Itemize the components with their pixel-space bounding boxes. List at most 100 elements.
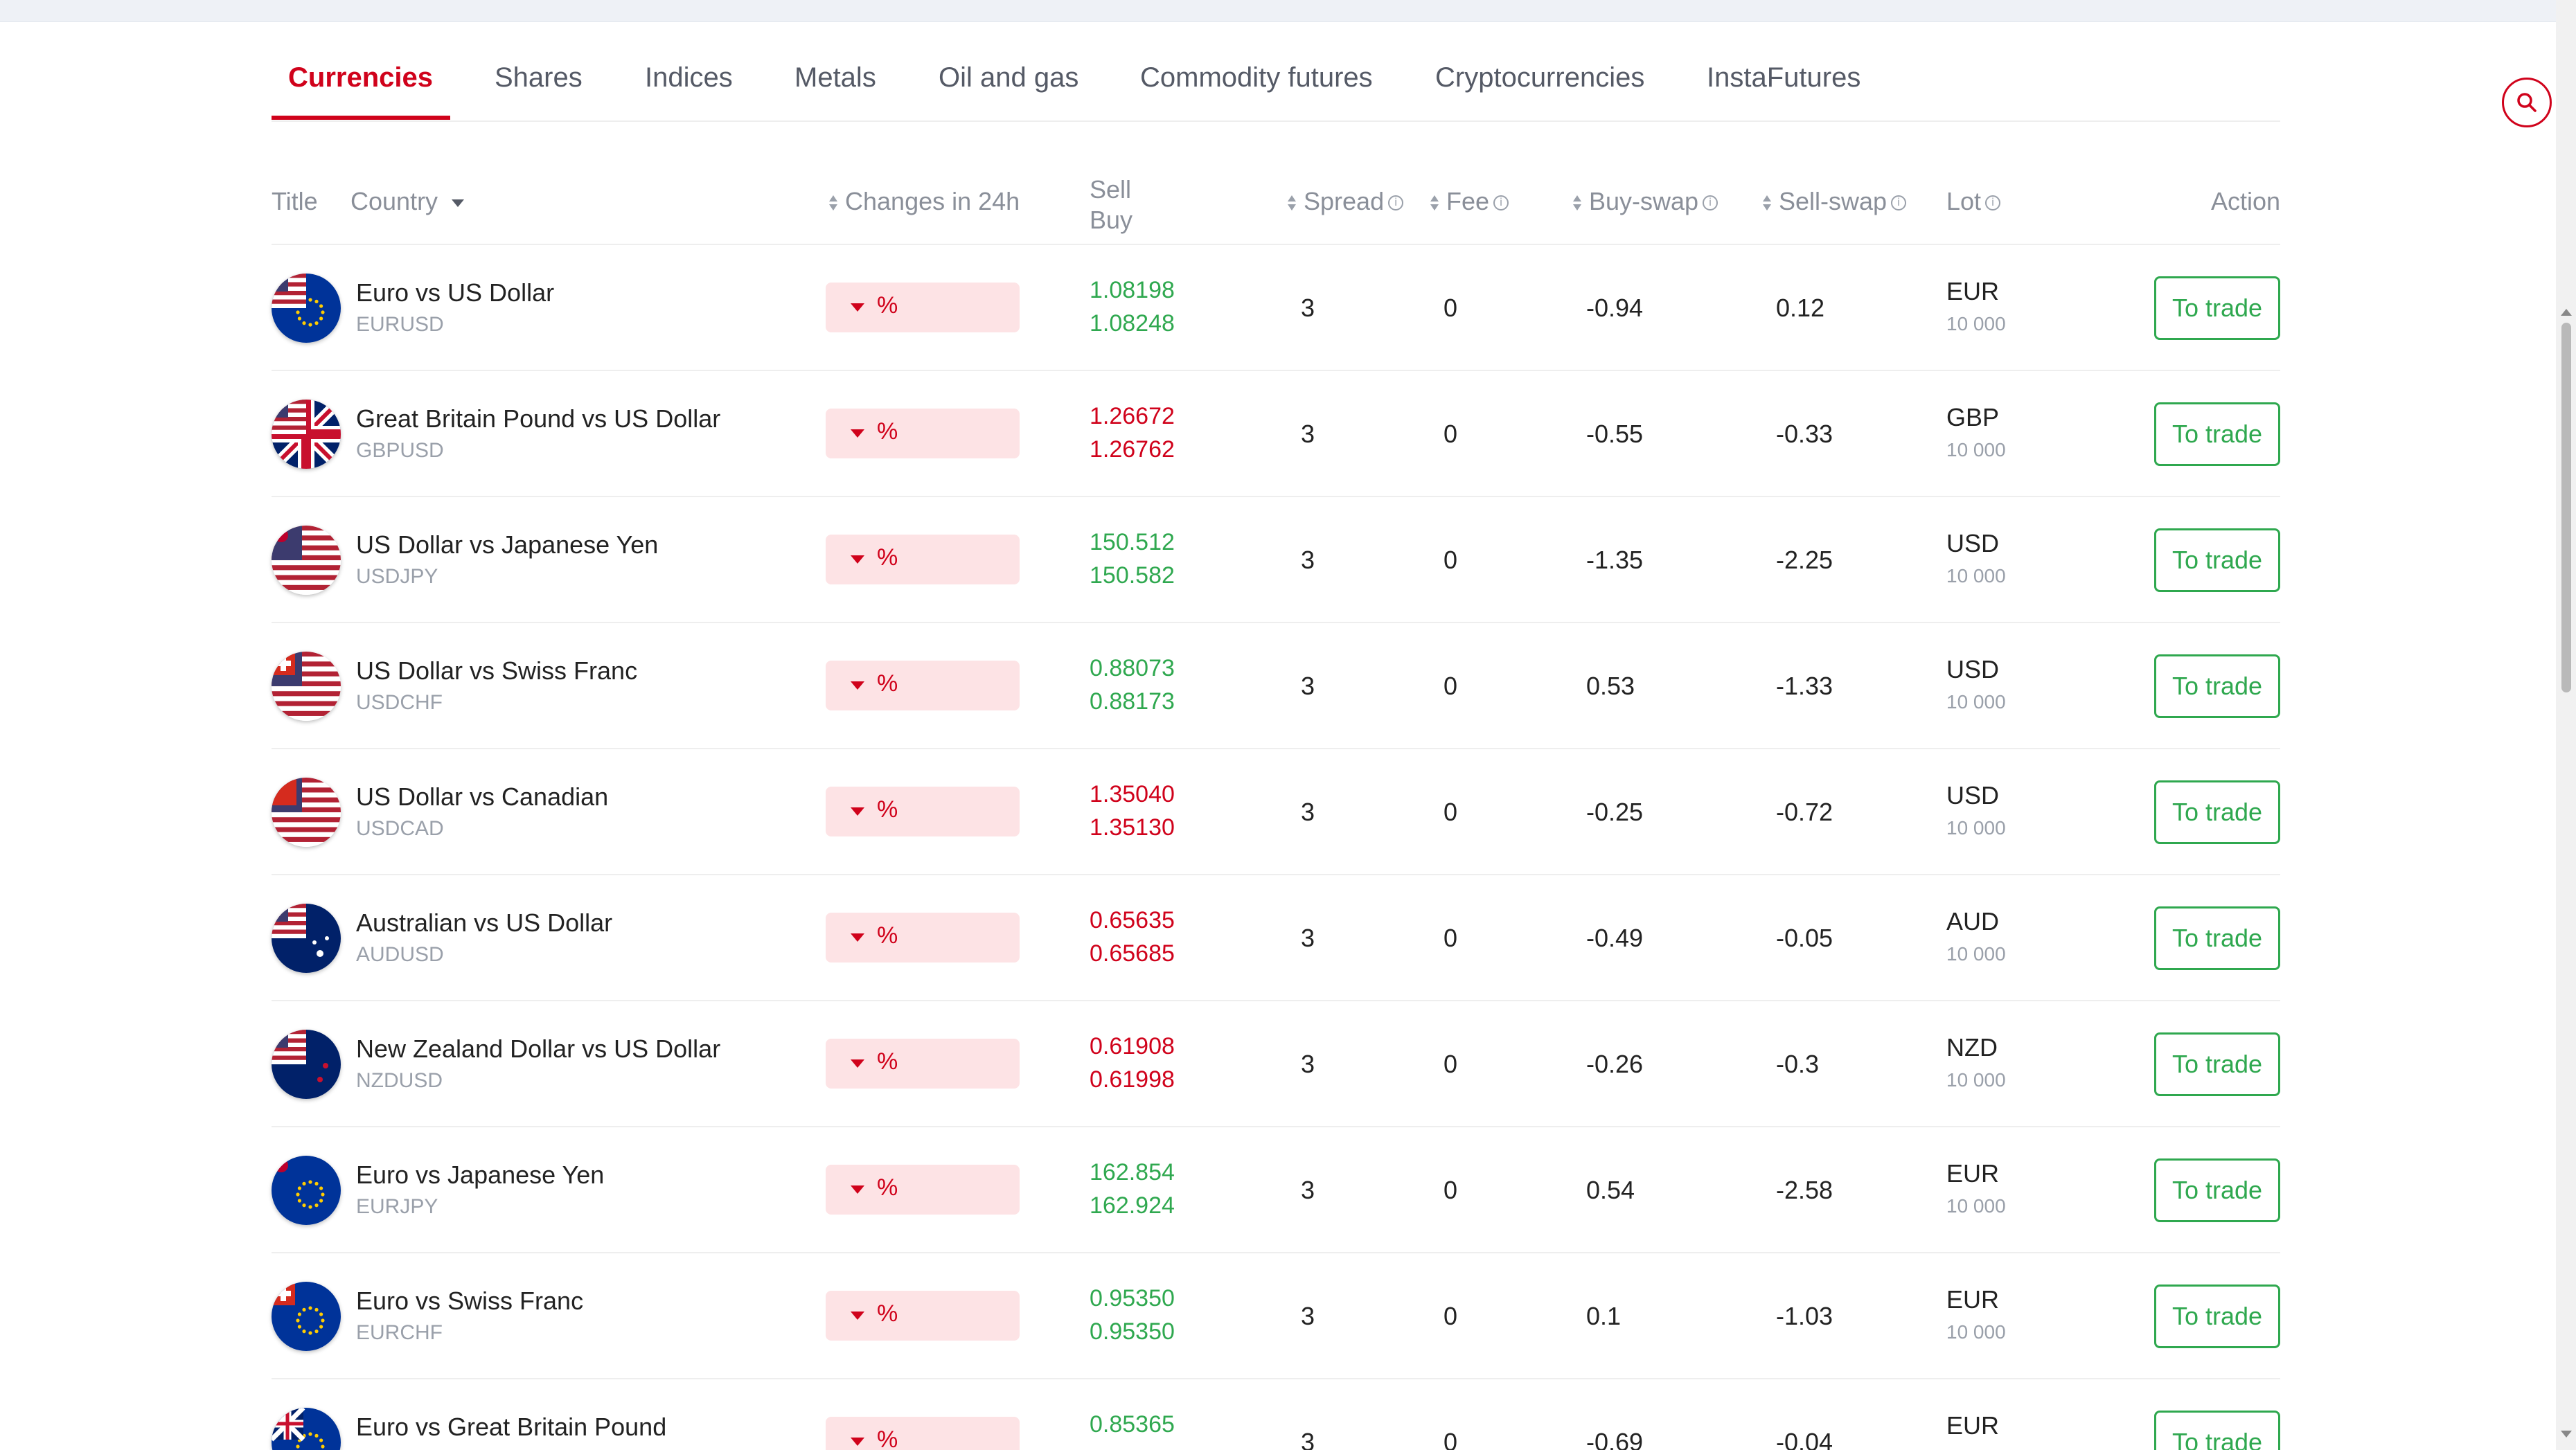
change-value: % xyxy=(877,922,898,949)
down-arrow-icon xyxy=(851,1185,864,1194)
lot-size: 10 000 xyxy=(1946,1069,2006,1091)
instrument-name: Euro vs US Dollar xyxy=(356,278,555,307)
change-value: % xyxy=(877,1174,898,1201)
lot-size: 10 000 xyxy=(1946,691,2006,713)
instrument-code: EURJPY xyxy=(356,1195,438,1218)
lot-currency: EUR xyxy=(1946,1285,2000,1314)
column-lot[interactable]: Lot i xyxy=(1946,187,2001,216)
column-country[interactable]: Country xyxy=(350,187,465,216)
search-icon xyxy=(2517,93,2537,112)
change-24h-badge: % xyxy=(826,283,1020,332)
tab-oil-and-gas[interactable]: Oil and gas xyxy=(939,62,1078,93)
spread-value: 3 xyxy=(1301,798,1315,826)
column-buy-swap[interactable]: Buy-swap i xyxy=(1572,187,1718,216)
search-button[interactable] xyxy=(2502,78,2552,127)
instrument-code: NZDUSD xyxy=(356,1069,443,1092)
to-trade-button[interactable]: To trade xyxy=(2154,276,2280,340)
buy-swap-value: 0.54 xyxy=(1586,1176,1635,1204)
spread-value: 3 xyxy=(1301,1176,1315,1204)
scroll-up-arrow-icon[interactable] xyxy=(2561,309,2572,316)
column-title[interactable]: Title xyxy=(272,187,318,216)
nz-us-flag-icon xyxy=(272,1030,341,1099)
spread-value: 3 xyxy=(1301,672,1315,700)
to-trade-button[interactable]: To trade xyxy=(2154,654,2280,718)
change-24h-badge: % xyxy=(826,661,1020,710)
to-trade-button[interactable]: To trade xyxy=(2154,402,2280,466)
tab-metals[interactable]: Metals xyxy=(794,62,876,93)
column-spread[interactable]: Spread i xyxy=(1287,187,1404,216)
table-row[interactable]: US Dollar vs Japanese Yen USDJPY % 150.5… xyxy=(272,497,2280,623)
to-trade-button[interactable]: To trade xyxy=(2154,780,2280,844)
sort-icon xyxy=(1573,195,1581,211)
fee-value: 0 xyxy=(1444,1302,1458,1330)
instrument-code: EURCHF xyxy=(356,1321,443,1344)
change-24h-badge: % xyxy=(826,409,1020,458)
table-row[interactable]: Euro vs Japanese Yen EURJPY % 162.854 16… xyxy=(272,1127,2280,1253)
to-trade-button[interactable]: To trade xyxy=(2154,906,2280,970)
to-trade-button[interactable]: To trade xyxy=(2154,528,2280,592)
column-buy-label: Buy xyxy=(1090,206,1133,234)
fee-value: 0 xyxy=(1444,1428,1458,1450)
instrument-code: AUDUSD xyxy=(356,943,444,966)
gb-us-flag-icon xyxy=(272,400,341,469)
column-fee[interactable]: Fee i xyxy=(1430,187,1509,216)
instrument-name: Euro vs Swiss Franc xyxy=(356,1287,584,1315)
table-row[interactable]: US Dollar vs Canadian USDCAD % 1.35040 1… xyxy=(272,749,2280,875)
buy-swap-value: -0.55 xyxy=(1586,420,1644,448)
down-arrow-icon xyxy=(851,807,864,816)
column-sell-buy: Sell Buy xyxy=(1090,174,1132,235)
tab-indices[interactable]: Indices xyxy=(645,62,733,93)
table-row[interactable]: Euro vs US Dollar EURUSD % 1.08198 1.082… xyxy=(272,245,2280,371)
eu-jp-flag-icon xyxy=(272,1156,341,1225)
info-icon[interactable]: i xyxy=(1388,195,1404,211)
table-row[interactable]: Euro vs Swiss Franc EURCHF % 0.95350 0.9… xyxy=(272,1253,2280,1379)
scrollbar-thumb[interactable] xyxy=(2561,323,2571,692)
change-24h-badge: % xyxy=(826,787,1020,836)
info-icon[interactable]: i xyxy=(1985,195,2001,211)
table-row[interactable]: Great Britain Pound vs US Dollar GBPUSD … xyxy=(272,371,2280,497)
instrument-name: New Zealand Dollar vs US Dollar xyxy=(356,1035,721,1063)
fee-value: 0 xyxy=(1444,924,1458,952)
tab-currencies[interactable]: Currencies xyxy=(288,62,433,93)
sell-swap-value: -0.33 xyxy=(1776,420,1833,448)
column-fee-label: Fee xyxy=(1446,187,1490,215)
column-sell-swap[interactable]: Sell-swap i xyxy=(1762,187,1907,216)
to-trade-button[interactable]: To trade xyxy=(2154,1032,2280,1096)
buy-swap-value: 0.1 xyxy=(1586,1302,1622,1330)
lot-size: 10 000 xyxy=(1946,439,2006,460)
lot-size: 10 000 xyxy=(1946,817,2006,839)
scroll-down-arrow-icon[interactable] xyxy=(2561,1431,2572,1438)
info-icon[interactable]: i xyxy=(1493,195,1509,211)
sort-icon xyxy=(829,195,837,211)
tab-cryptocurrencies[interactable]: Cryptocurrencies xyxy=(1435,62,1644,93)
tab-commodity-futures[interactable]: Commodity futures xyxy=(1140,62,1373,93)
instrument-name: US Dollar vs Japanese Yen xyxy=(356,530,659,559)
instrument-code: USDJPY xyxy=(356,565,438,588)
vertical-scrollbar[interactable] xyxy=(2556,0,2576,1450)
column-spread-label: Spread xyxy=(1304,187,1385,215)
down-arrow-icon xyxy=(851,1312,864,1320)
tab-shares[interactable]: Shares xyxy=(495,62,583,93)
table-row[interactable]: Australian vs US Dollar AUDUSD % 0.65635… xyxy=(272,875,2280,1001)
tab-instafutures[interactable]: InstaFutures xyxy=(1707,62,1860,93)
column-changes[interactable]: Changes in 24h xyxy=(828,187,1020,216)
to-trade-button[interactable]: To trade xyxy=(2154,1158,2280,1222)
table-row[interactable]: Euro vs Great Britain Pound EURGBP % 0.8… xyxy=(272,1379,2280,1450)
change-value: % xyxy=(877,1300,898,1327)
info-icon[interactable]: i xyxy=(1891,195,1907,211)
change-24h-badge: % xyxy=(826,913,1020,963)
table-row[interactable]: US Dollar vs Swiss Franc USDCHF % 0.8807… xyxy=(272,623,2280,749)
info-icon[interactable]: i xyxy=(1703,195,1718,211)
sell-price: 0.85365 xyxy=(1090,1411,1175,1438)
buy-swap-value: -0.69 xyxy=(1586,1428,1644,1450)
down-arrow-icon xyxy=(851,555,864,564)
to-trade-button[interactable]: To trade xyxy=(2154,1285,2280,1348)
buy-price: 0.61998 xyxy=(1090,1066,1175,1093)
sort-icon xyxy=(1430,195,1439,211)
column-sell-label: Sell xyxy=(1090,175,1132,204)
buy-price: 162.924 xyxy=(1090,1192,1175,1219)
spread-value: 3 xyxy=(1301,420,1315,448)
lot-size: 10 000 xyxy=(1946,565,2006,587)
table-row[interactable]: New Zealand Dollar vs US Dollar NZDUSD %… xyxy=(272,1001,2280,1127)
to-trade-button[interactable]: To trade xyxy=(2154,1411,2280,1450)
